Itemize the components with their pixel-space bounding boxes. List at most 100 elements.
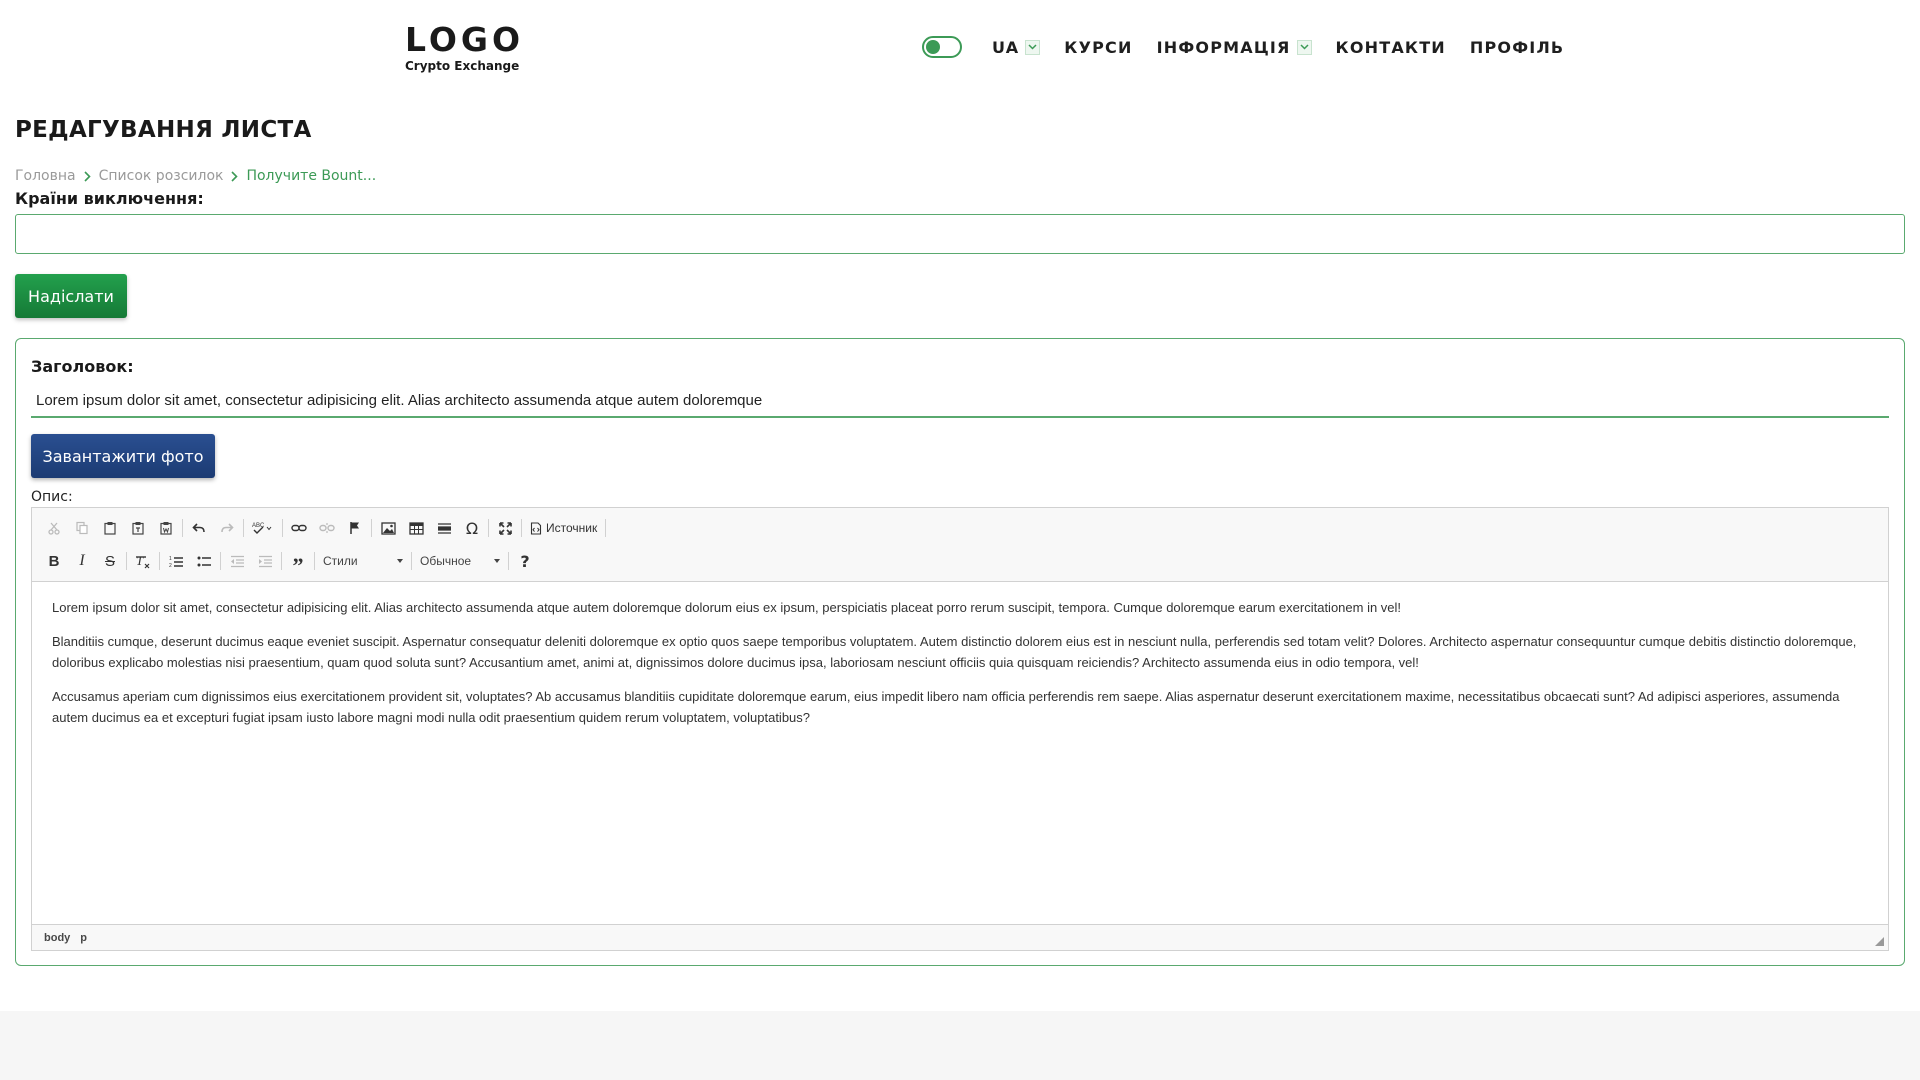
nav-item-courses[interactable]: КУРСИ	[1064, 38, 1132, 57]
footer	[0, 1011, 1920, 1080]
toolbar-row-2: B I S T 12 ” Стили Обычное ?	[40, 548, 539, 577]
dropdown-arrow-icon	[397, 559, 403, 563]
toggle-knob	[926, 40, 940, 54]
nav-label: ІНФОРМАЦІЯ	[1156, 37, 1291, 57]
svg-text:T: T	[136, 554, 144, 568]
source-label: Источник	[546, 521, 598, 535]
resize-grip-icon[interactable]	[1875, 937, 1884, 946]
nav-label: ПРОФІЛЬ	[1469, 37, 1565, 57]
toolbar-separator	[159, 552, 160, 570]
unlink-icon[interactable]	[313, 515, 341, 541]
source-button[interactable]: Источник	[524, 515, 603, 541]
source-icon	[530, 521, 542, 535]
strikethrough-icon[interactable]: S	[96, 548, 124, 574]
countries-input[interactable]	[15, 214, 1905, 254]
anchor-flag-icon[interactable]	[341, 515, 369, 541]
toolbar-separator	[282, 519, 283, 537]
logo-subtitle: Crypto Exchange	[405, 59, 520, 73]
numbered-list-icon[interactable]: 12	[162, 548, 190, 574]
logo-main: LOGO	[405, 20, 525, 59]
italic-icon[interactable]: I	[68, 548, 96, 574]
editor-toolbar: ABC Ω Источник B I S T 1 2 ” Стили Обычн…	[32, 508, 1888, 582]
chevron-right-icon	[231, 170, 239, 182]
link-icon[interactable]	[285, 515, 313, 541]
breadcrumb-mailing-list[interactable]: Список розсилок	[99, 168, 224, 184]
send-button[interactable]: Надіслати	[15, 274, 127, 318]
countries-label: Країни виключення:	[15, 189, 204, 208]
content-paragraph: Blanditiis cumque, deserunt ducimus eaqu…	[52, 634, 1857, 670]
dropdown-arrow-icon	[494, 559, 500, 563]
format-label: Обычное	[420, 554, 472, 568]
paste-icon[interactable]	[96, 515, 124, 541]
toolbar-separator	[411, 552, 412, 570]
styles-dropdown[interactable]: Стили	[317, 550, 409, 572]
toolbar-separator	[182, 519, 183, 537]
cut-icon[interactable]	[40, 515, 68, 541]
toolbar-separator	[371, 519, 372, 537]
table-icon[interactable]	[402, 515, 430, 541]
nav-label: КОНТАКТИ	[1335, 37, 1446, 57]
toolbar-separator	[243, 519, 244, 537]
nav-item-profile[interactable]: ПРОФІЛЬ	[1470, 38, 1564, 57]
rich-text-editor: ABC Ω Источник B I S T 1 2 ” Стили Обычн…	[31, 507, 1889, 951]
content-paragraph: Accusamus aperiam cum dignissimos eius e…	[52, 689, 1840, 725]
nav-item-contacts[interactable]: КОНТАКТИ	[1336, 38, 1446, 57]
editor-content[interactable]: Lorem ipsum dolor sit amet, consectetur …	[32, 583, 1888, 925]
breadcrumb: Головна Список розсилок Получите Bount..…	[15, 168, 376, 184]
chevron-right-icon	[84, 170, 91, 182]
letter-card: Заголовок: Завантажити фото Опис:	[15, 338, 1905, 966]
format-dropdown[interactable]: Обычное	[414, 550, 506, 572]
maximize-icon[interactable]	[491, 515, 519, 541]
styles-label: Стили	[323, 554, 358, 568]
main-nav: UA КУРСИ ІНФОРМАЦІЯ КОНТАКТИ ПРОФІЛЬ	[922, 34, 1588, 60]
upload-photo-button[interactable]: Завантажити фото	[31, 434, 215, 478]
toolbar-separator	[281, 552, 282, 570]
paste-text-icon[interactable]	[124, 515, 152, 541]
undo-icon[interactable]	[185, 515, 213, 541]
language-label: UA	[992, 37, 1020, 57]
svg-text:ABC: ABC	[252, 523, 265, 529]
toolbar-separator	[521, 519, 522, 537]
redo-icon[interactable]	[213, 515, 241, 541]
nav-item-information[interactable]: ІНФОРМАЦІЯ	[1157, 38, 1312, 57]
description-label: Опис:	[31, 489, 73, 505]
toolbar-row-1: ABC Ω Источник	[40, 515, 608, 541]
toolbar-separator	[508, 552, 509, 570]
toolbar-separator	[220, 552, 221, 570]
title-input[interactable]	[31, 384, 1889, 418]
chevron-down-icon	[1296, 39, 1312, 55]
editor-statusbar: body p	[32, 924, 1888, 950]
breadcrumb-current: Получите Bount...	[246, 168, 377, 184]
svg-text:2: 2	[169, 563, 172, 568]
outdent-icon[interactable]	[223, 548, 251, 574]
blockquote-icon[interactable]: ”	[284, 548, 312, 576]
image-icon[interactable]	[374, 515, 402, 541]
breadcrumb-home[interactable]: Головна	[15, 168, 76, 184]
svg-text:1: 1	[169, 556, 172, 562]
paste-word-icon[interactable]	[152, 515, 180, 541]
copy-icon[interactable]	[68, 515, 96, 541]
chevron-down-icon	[1025, 39, 1041, 55]
path-body[interactable]: body	[44, 932, 70, 944]
theme-toggle[interactable]	[922, 36, 962, 58]
toolbar-separator	[605, 519, 607, 537]
toolbar-separator	[314, 552, 315, 570]
path-p[interactable]: p	[80, 932, 87, 944]
language-select[interactable]: UA	[992, 37, 1041, 57]
page-title: РЕДАГУВАННЯ ЛИСТА	[15, 117, 312, 143]
toolbar-separator	[126, 552, 127, 570]
header: LOGO Crypto Exchange UA КУРСИ ІНФОРМАЦІЯ…	[0, 0, 1920, 95]
help-icon[interactable]: ?	[511, 548, 539, 574]
horizontal-line-icon[interactable]	[430, 515, 458, 541]
toolbar-separator	[488, 519, 489, 537]
special-char-icon[interactable]: Ω	[458, 515, 486, 541]
bold-icon[interactable]: B	[40, 548, 68, 574]
logo[interactable]: LOGO Crypto Exchange	[405, 20, 525, 74]
indent-icon[interactable]	[251, 548, 279, 574]
content-paragraph: Lorem ipsum dolor sit amet, consectetur …	[52, 600, 1402, 615]
remove-format-icon[interactable]: T	[129, 548, 157, 574]
spellcheck-icon[interactable]: ABC	[246, 515, 280, 541]
nav-label: КУРСИ	[1064, 37, 1133, 57]
bulleted-list-icon[interactable]	[190, 548, 218, 574]
title-label: Заголовок:	[31, 357, 134, 376]
